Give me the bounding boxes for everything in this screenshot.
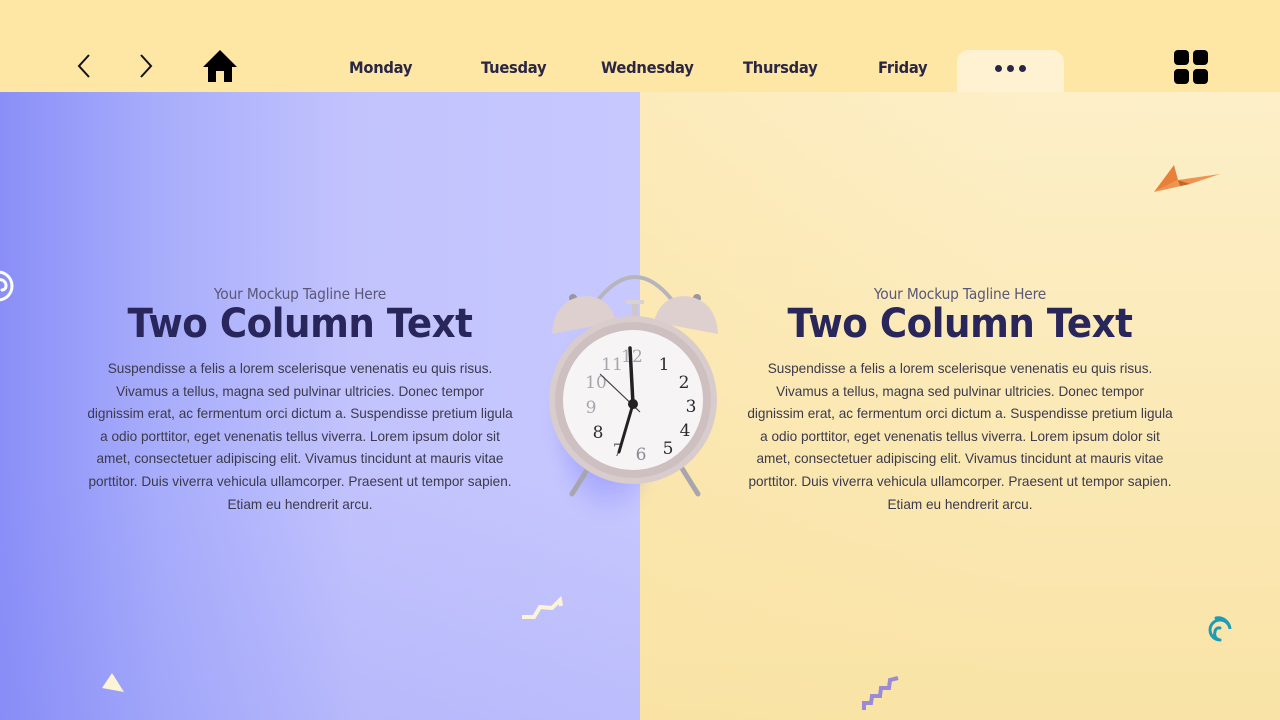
tab-wednesday[interactable]: Wednesday: [601, 58, 694, 86]
clock-numeral: 4: [680, 421, 691, 441]
clock-numeral: 10: [585, 373, 607, 393]
chevron-left-icon: [77, 54, 90, 78]
tab-thursday[interactable]: Thursday: [743, 58, 818, 86]
grid-icon-cell: [1193, 50, 1208, 65]
forward-button[interactable]: [132, 50, 160, 82]
right-text-column: Your Mockup Tagline Here Two Column Text…: [740, 284, 1180, 516]
chevron-right-icon: [140, 54, 153, 78]
column-body-text: Suspendisse a felis a lorem scelerisque …: [747, 361, 1173, 512]
tab-friday[interactable]: Friday: [878, 58, 928, 86]
top-navigation-bar: Monday Tuesday Wednesday Thursday Friday: [0, 0, 1280, 94]
spiral-decoration-icon: [1208, 616, 1232, 642]
column-body-text: Suspendisse a felis a lorem scelerisque …: [87, 361, 513, 512]
back-button[interactable]: [70, 50, 98, 82]
triangle-decoration-icon: [102, 673, 124, 692]
more-horizontal-icon: [995, 65, 1026, 72]
clock-numeral: 3: [686, 397, 697, 417]
clock-numeral: 5: [663, 439, 674, 459]
column-title: Two Column Text: [787, 301, 1133, 347]
left-text-column: Your Mockup Tagline Here Two Column Text…: [80, 284, 520, 516]
alarm-clock-image: 12 1 2 3 4 5 6 7 8 9 10 11: [549, 275, 718, 497]
clock-numeral: 1: [659, 355, 670, 375]
apps-grid-button[interactable]: [1174, 50, 1208, 84]
zigzag-decoration-icon: [862, 676, 899, 710]
tab-tuesday[interactable]: Tuesday: [481, 58, 547, 86]
clock-numeral: 6: [636, 445, 647, 465]
grid-icon-cell: [1174, 50, 1189, 65]
home-button[interactable]: [202, 50, 238, 82]
home-icon: [203, 50, 237, 82]
clock-numeral: 8: [593, 423, 604, 443]
paper-plane-icon: [1154, 165, 1220, 192]
clock-numeral: 2: [679, 373, 690, 393]
column-title: Two Column Text: [127, 301, 473, 347]
zigzag-decoration-icon: [522, 596, 563, 619]
clock-numeral: 11: [601, 355, 623, 375]
spiral-decoration-icon: [0, 270, 14, 302]
grid-icon-cell: [1193, 69, 1208, 84]
tab-more[interactable]: [957, 50, 1064, 94]
clock-numeral: 9: [586, 398, 597, 418]
tab-monday[interactable]: Monday: [349, 58, 412, 86]
grid-icon-cell: [1174, 69, 1189, 84]
